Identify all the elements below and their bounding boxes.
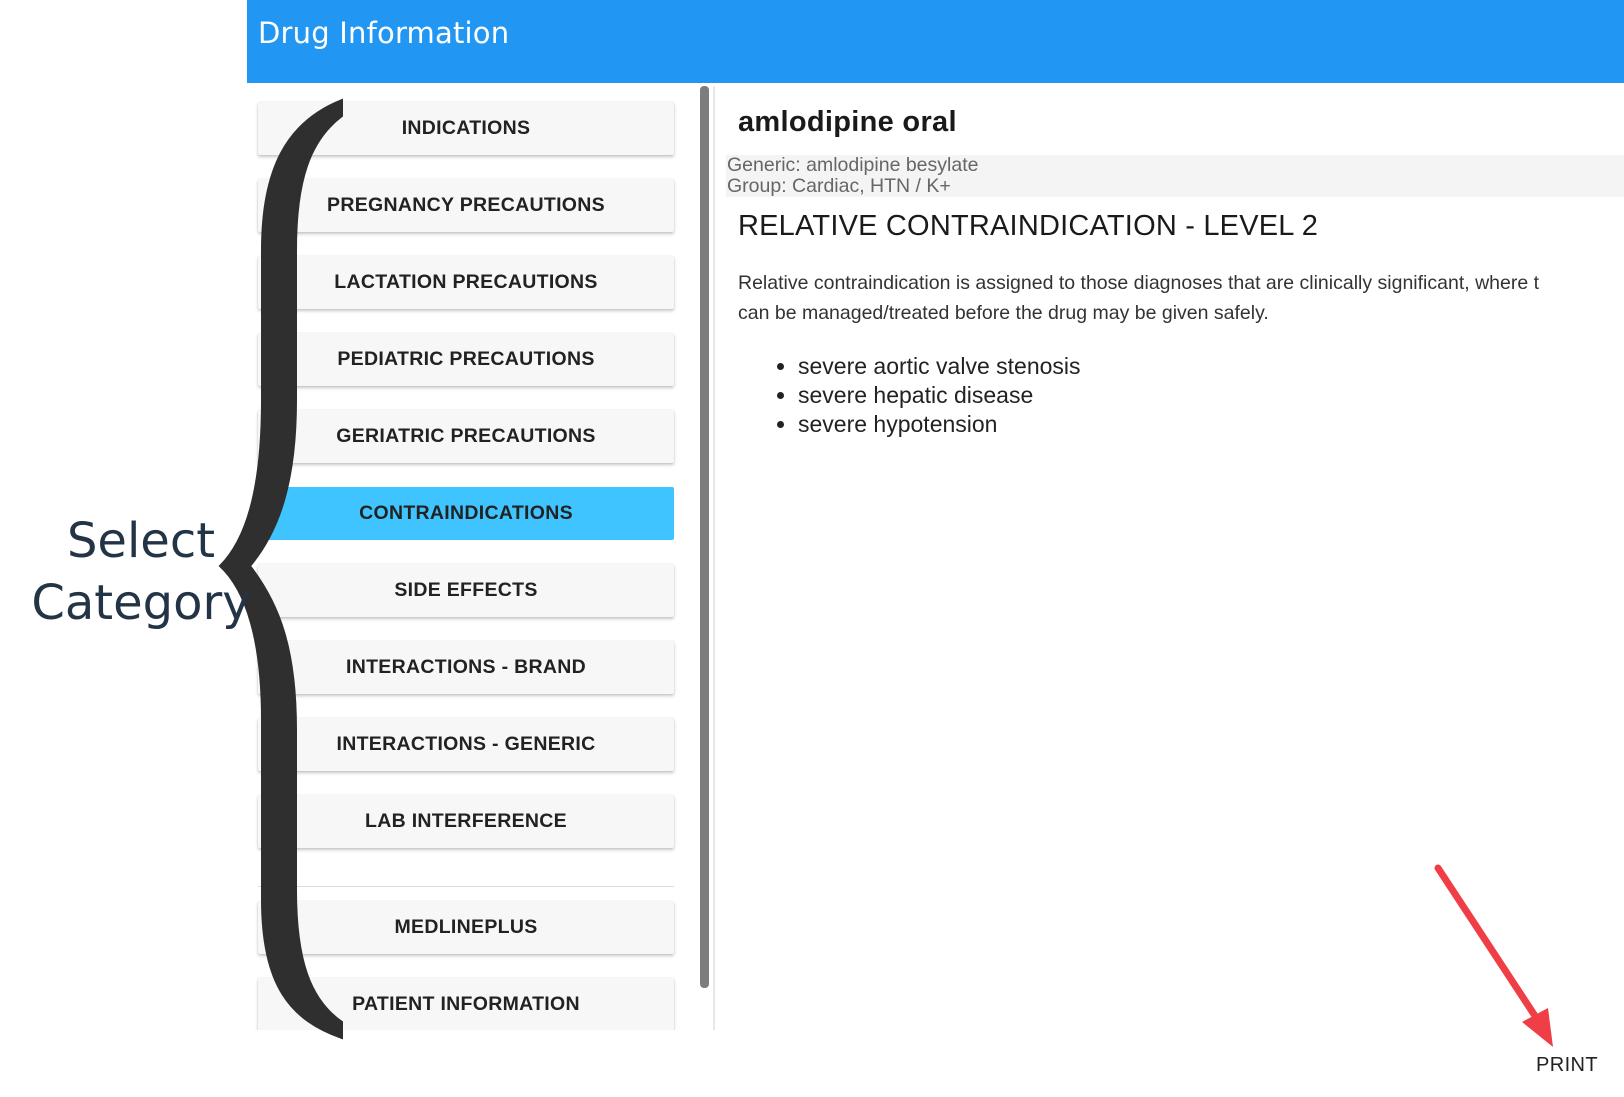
category-sidebar: INDICATIONS PREGNANCY PRECAUTIONS LACTAT… — [247, 83, 708, 1030]
contraindication-list: severe aortic valve stenosis severe hepa… — [738, 352, 1081, 439]
category-pregnancy-precautions-button[interactable]: PREGNANCY PRECAUTIONS — [258, 179, 674, 232]
annotation-line-2: Category — [31, 575, 251, 631]
drug-title: amlodipine oral — [738, 106, 957, 138]
app-title: Drug Information — [258, 16, 510, 50]
annotation-line-1: Select — [66, 513, 216, 569]
category-pediatric-precautions-button[interactable]: PEDIATRIC PRECAUTIONS — [258, 333, 674, 386]
section-heading: RELATIVE CONTRAINDICATION - LEVEL 2 — [738, 210, 1319, 242]
sidebar-divider — [258, 886, 674, 887]
print-arrow-head — [1522, 1008, 1553, 1047]
select-category-annotation: Select Category — [0, 510, 282, 634]
description-line-1: Relative contraindication is assigned to… — [738, 272, 1540, 294]
category-interactions-brand-button[interactable]: INTERACTIONS - BRAND — [258, 641, 674, 694]
category-indications-button[interactable]: INDICATIONS — [258, 102, 674, 155]
sidebar-scrollbar[interactable] — [700, 86, 709, 988]
section-description: Relative contraindication is assigned to… — [738, 268, 1624, 328]
medlineplus-button[interactable]: MEDLINEPLUS — [258, 901, 674, 954]
content-divider — [713, 86, 715, 1030]
category-geriatric-precautions-button[interactable]: GERIATRIC PRECAUTIONS — [258, 410, 674, 463]
list-item: severe aortic valve stenosis — [798, 352, 1081, 381]
category-contraindications-button[interactable]: CONTRAINDICATIONS — [258, 487, 674, 540]
category-lactation-precautions-button[interactable]: LACTATION PRECAUTIONS — [258, 256, 674, 309]
app-header: Drug Information — [247, 0, 1624, 83]
generic-name: Generic: amlodipine besylate — [727, 154, 979, 176]
drug-group: Group: Cardiac, HTN / K+ — [727, 175, 951, 197]
print-arrow-shaft — [1434, 864, 1543, 1026]
description-line-2: can be managed/treated before the drug m… — [738, 302, 1269, 324]
patient-information-button[interactable]: PATIENT INFORMATION — [258, 978, 674, 1030]
category-side-effects-button[interactable]: SIDE EFFECTS — [258, 564, 674, 617]
list-item: severe hypotension — [798, 410, 1081, 439]
list-item: severe hepatic disease — [798, 381, 1081, 410]
category-interactions-generic-button[interactable]: INTERACTIONS - GENERIC — [258, 718, 674, 771]
print-button[interactable]: PRINT — [1536, 1054, 1598, 1077]
category-lab-interference-button[interactable]: LAB INTERFERENCE — [258, 795, 674, 848]
drug-meta: Generic: amlodipine besylate Group: Card… — [726, 155, 1624, 197]
